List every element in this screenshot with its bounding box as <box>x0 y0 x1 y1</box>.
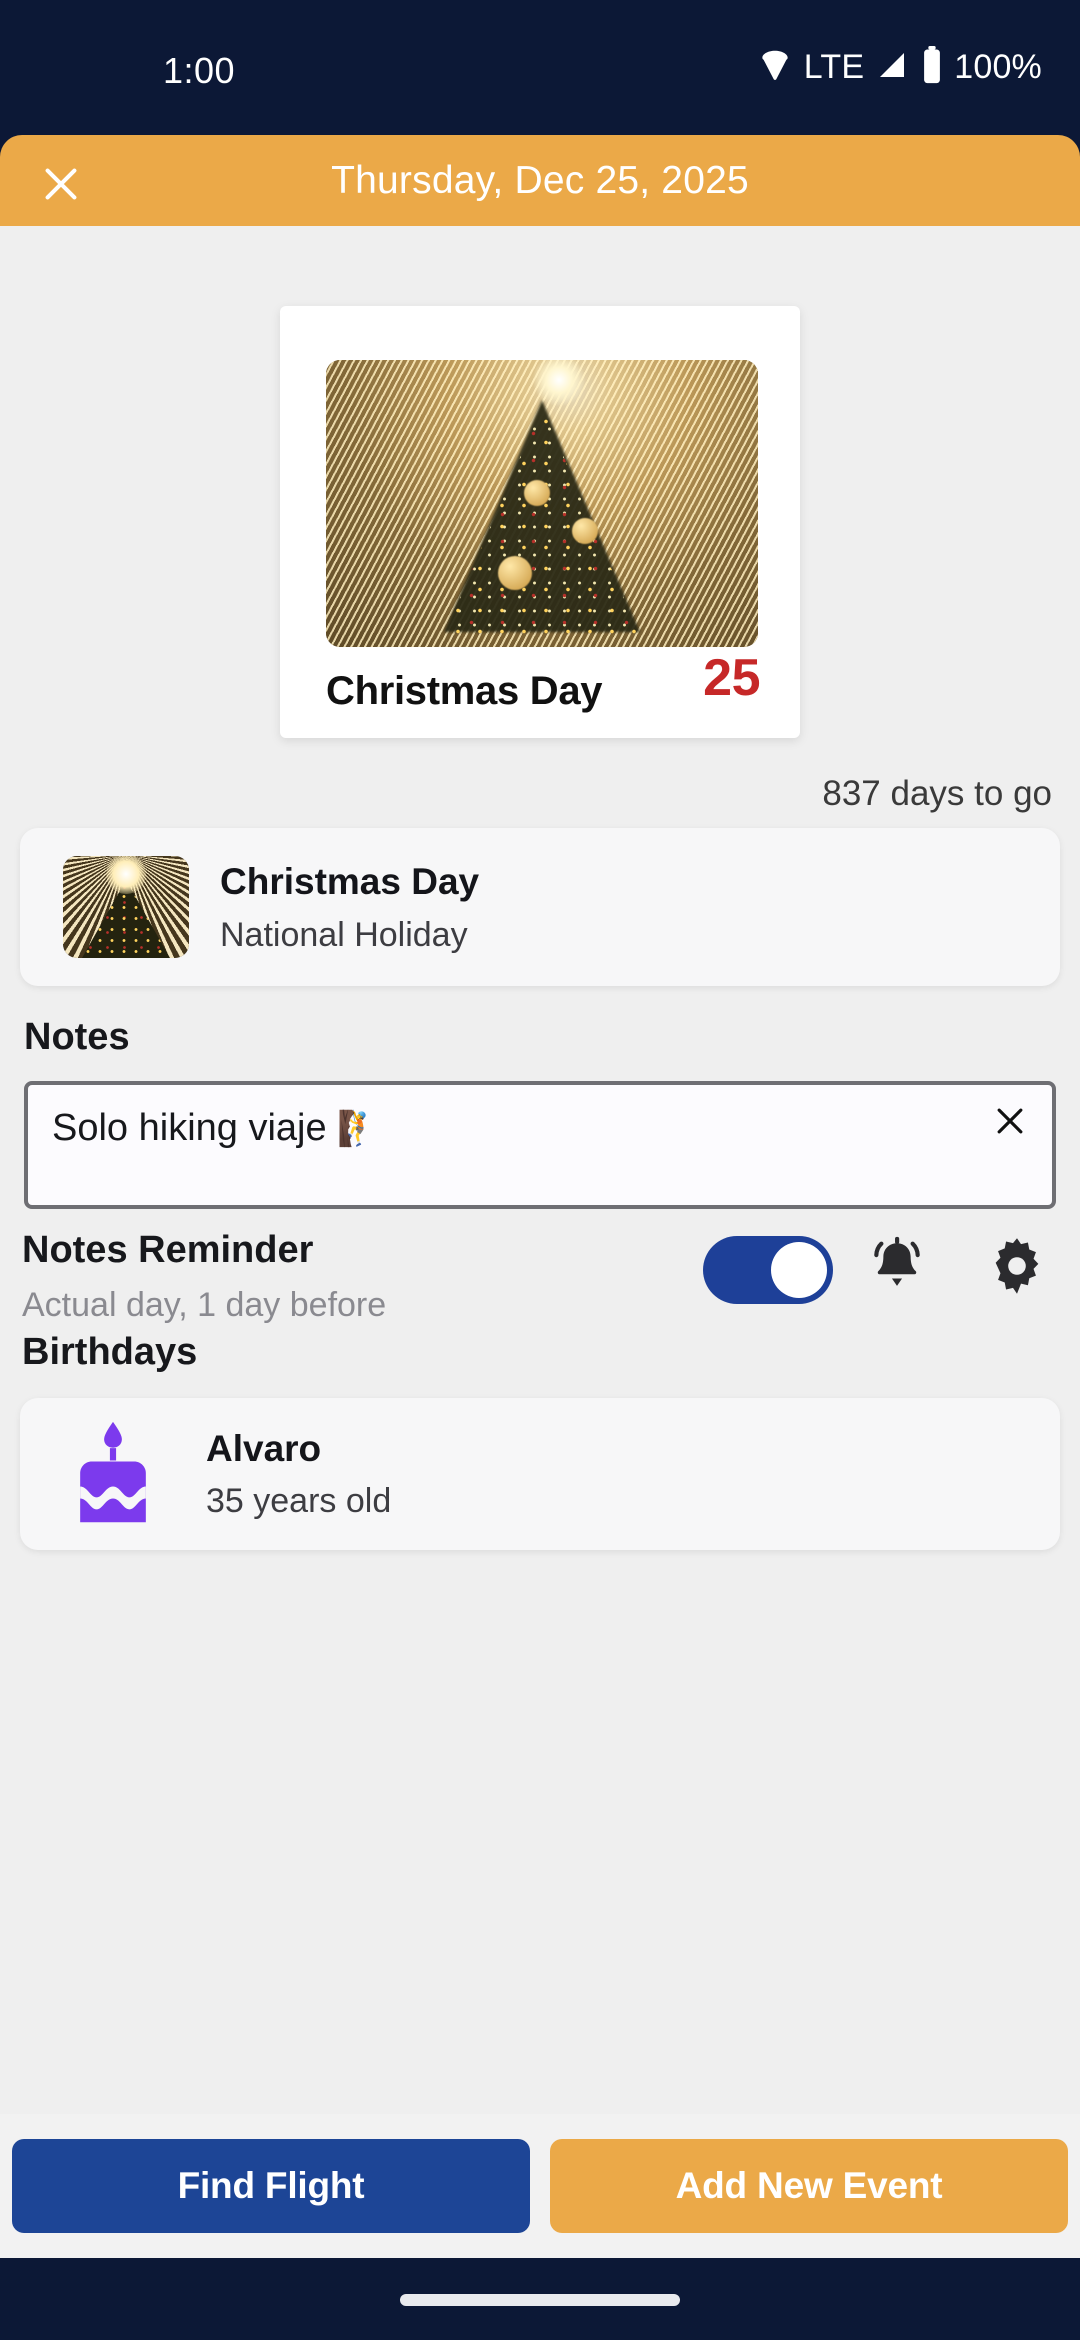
countdown-label: 837 days to go <box>822 774 1052 813</box>
battery-icon <box>920 46 944 89</box>
phone-screen: 1:00 LTE 100% Thursday, Dec 25, 2025 Chr… <box>0 0 1080 2340</box>
battery-percent-label: 100% <box>954 48 1042 86</box>
event-name: Christmas Day <box>326 669 603 713</box>
network-type-label: LTE <box>803 48 865 86</box>
notes-text: Solo hiking viaje <box>52 1107 327 1149</box>
notes-section-label: Notes <box>24 1016 130 1058</box>
status-bar-clock: 1:00 <box>163 50 236 91</box>
christmas-tree-photo <box>326 360 758 647</box>
system-navigation-bar <box>0 2258 1080 2340</box>
add-new-event-button[interactable]: Add New Event <box>550 2139 1068 2233</box>
status-bar-indicators: LTE 100% <box>756 46 1042 89</box>
signal-icon <box>874 47 910 88</box>
bell-ringing-icon[interactable] <box>866 1234 928 1300</box>
page-content: Christmas Day 25 837 days to go Christma… <box>0 226 1080 2114</box>
birthdays-section-label: Birthdays <box>22 1331 198 1373</box>
notes-reminder-toggle[interactable] <box>703 1236 833 1304</box>
notes-value: Solo hiking viaje 🧗 <box>52 1107 380 1150</box>
birthday-list-item[interactable]: Alvaro 35 years old <box>20 1398 1060 1550</box>
birthday-person-age: 35 years old <box>206 1482 392 1520</box>
christmas-tree-thumbnail <box>63 856 189 958</box>
event-day-number: 25 <box>703 649 760 707</box>
birthday-cake-icon <box>68 1418 158 1530</box>
notes-reminder-title: Notes Reminder <box>22 1229 314 1271</box>
bottom-action-bar: Find Flight Add New Event <box>0 2114 1080 2258</box>
toggle-knob <box>771 1242 827 1298</box>
notes-input[interactable]: Solo hiking viaje 🧗 <box>24 1081 1056 1209</box>
page-title: Thursday, Dec 25, 2025 <box>331 158 749 202</box>
notes-clear-icon[interactable] <box>990 1101 1030 1141</box>
home-gesture-pill[interactable] <box>400 2294 680 2306</box>
app-header: Thursday, Dec 25, 2025 <box>0 135 1080 226</box>
holiday-list-item[interactable]: Christmas Day National Holiday <box>20 828 1060 986</box>
status-bar: 1:00 LTE 100% <box>0 0 1080 135</box>
find-flight-button[interactable]: Find Flight <box>12 2139 530 2233</box>
notes-reminder-subtitle: Actual day, 1 day before <box>22 1286 387 1324</box>
gear-icon[interactable] <box>985 1234 1049 1298</box>
event-hero-card[interactable]: Christmas Day 25 <box>280 306 800 738</box>
holiday-subtitle: National Holiday <box>220 916 468 954</box>
climbing-person-emoji: 🧗 <box>337 1110 380 1148</box>
wifi-icon <box>756 46 794 89</box>
birthday-person-name: Alvaro <box>206 1428 322 1469</box>
holiday-title: Christmas Day <box>220 861 480 902</box>
